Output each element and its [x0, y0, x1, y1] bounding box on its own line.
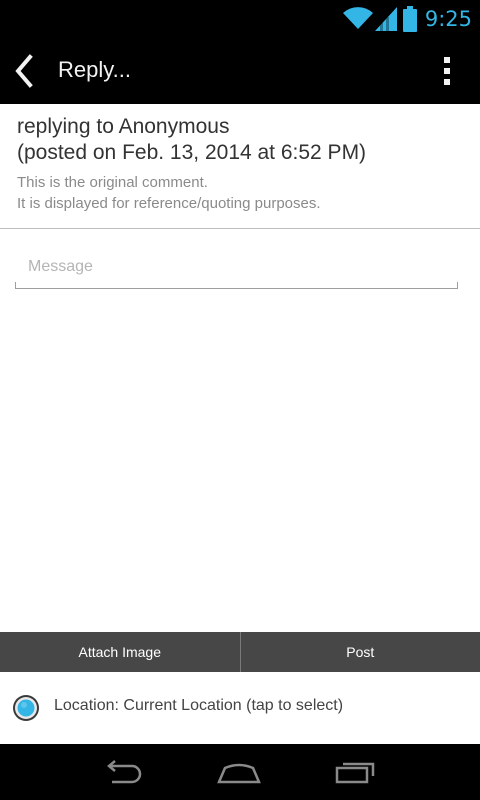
battery-icon	[402, 6, 417, 32]
recents-nav-icon	[333, 762, 381, 792]
back-nav-icon	[98, 760, 146, 792]
action-bar: Reply...	[0, 38, 480, 104]
back-nav-button[interactable]	[98, 756, 146, 788]
home-nav-button[interactable]	[215, 756, 263, 788]
location-selector[interactable]: Location: Current Location (tap to selec…	[0, 672, 480, 744]
wifi-icon	[342, 7, 373, 31]
home-nav-icon	[215, 763, 263, 792]
signal-icon	[374, 7, 397, 31]
posted-on-text: (posted on Feb. 13, 2014 at 6:52 PM)	[17, 141, 367, 164]
location-label: Location: Current Location (tap to selec…	[54, 697, 344, 714]
attach-image-button[interactable]: Attach Image	[0, 632, 240, 672]
location-radio[interactable]	[12, 694, 40, 722]
page-title: Reply...	[58, 57, 131, 82]
navigation-bar	[0, 744, 480, 800]
original-comment-line-1: This is the original comment.	[17, 174, 208, 191]
overflow-menu-button[interactable]	[442, 56, 452, 86]
more-vertical-icon	[442, 57, 452, 90]
status-time: 9:25	[424, 7, 472, 31]
post-button[interactable]: Post	[241, 632, 480, 672]
chevron-left-icon	[8, 54, 40, 94]
recents-nav-button[interactable]	[333, 756, 381, 788]
back-button[interactable]	[8, 52, 40, 90]
input-underline-right-tick	[457, 282, 458, 289]
status-icons: 9:25	[342, 4, 472, 34]
original-comment-line-2: It is displayed for reference/quoting pu…	[17, 195, 321, 212]
status-bar: 9:25	[0, 0, 480, 38]
quoted-comment: replying to Anonymous (posted on Feb. 13…	[0, 104, 480, 229]
input-underline-left-tick	[15, 282, 16, 289]
action-button-bar: Attach Image Post	[0, 632, 480, 672]
message-input[interactable]	[15, 245, 458, 289]
replying-to-text: replying to Anonymous	[17, 115, 230, 138]
